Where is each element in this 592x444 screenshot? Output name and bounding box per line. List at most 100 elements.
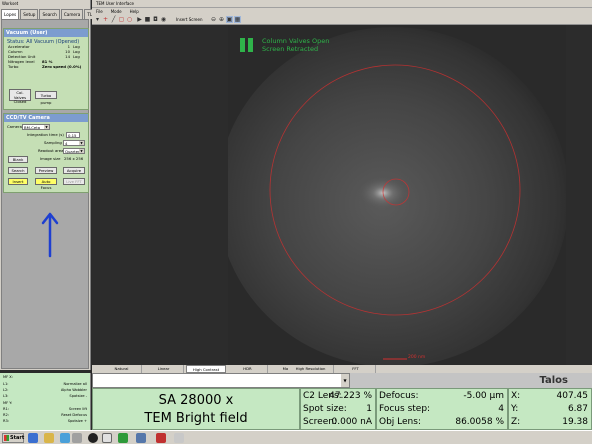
main-menu-bar: File Mode Help (92, 8, 592, 15)
app-icon[interactable] (118, 433, 128, 443)
insert-button[interactable]: Insert (8, 178, 28, 185)
menu-mode[interactable]: Mode (107, 8, 126, 15)
vacuum-panel-header[interactable]: Vacuum (User) (4, 29, 88, 37)
tab-hdr[interactable]: HDR (228, 365, 268, 373)
stage-row: X: 407.45 (509, 390, 591, 403)
chevron-down-icon: ▼ (44, 125, 49, 129)
tab-search[interactable]: Search (39, 9, 60, 19)
vacuum-status: Status: All Vacuum (Opened) (7, 39, 80, 45)
play-icon[interactable]: ▶ (136, 16, 143, 23)
ccd-panel-header[interactable]: CCD/TV Camera (4, 114, 88, 122)
app-icon[interactable] (88, 433, 98, 443)
tab-setup[interactable]: Setup (20, 9, 39, 19)
tab-linear[interactable]: Linear (144, 365, 184, 373)
annotation-arrow-icon (41, 212, 59, 258)
main-toolbar: ▾ + ╱ ▢ ○ ▶ ■ ◘ ◉ Insert Screen ⊖ ⊕ ▣ ▦ (92, 15, 592, 25)
camera-image[interactable]: Column Valves Open Screen Retracted 200 … (228, 25, 566, 365)
menu-file[interactable]: File (92, 8, 107, 15)
focus-row: Focus step: 4 (377, 403, 507, 416)
focus-row: Defocus: -5.00 µm (377, 390, 507, 403)
tab-fft[interactable]: FFT (336, 365, 376, 373)
app-icon[interactable] (102, 433, 112, 443)
start-button[interactable]: Start (2, 433, 24, 443)
integration-input[interactable]: 0.15 (66, 132, 80, 138)
keymap-value: Spotsize - (69, 394, 87, 398)
stage-row: Y: 6.87 (509, 403, 591, 416)
focus-value: 86.0058 % (455, 417, 504, 427)
camera-icon[interactable]: ◘ (152, 16, 159, 23)
col-valves-button[interactable]: Col. Valves Closed (9, 89, 31, 104)
preview-button[interactable]: Preview (35, 167, 57, 174)
app-icon[interactable] (60, 433, 70, 443)
acquire-button[interactable]: Acquire (63, 167, 85, 174)
image-viewport: Column Valves Open Screen Retracted 200 … (92, 25, 592, 365)
magnification-panel: SA 28000 x TEM Bright field (92, 388, 300, 430)
menu-help[interactable]: Help (126, 8, 143, 15)
app-icon[interactable] (136, 433, 146, 443)
keymap-row: L3: Spotsize - (3, 393, 89, 399)
grid-view-icon[interactable]: ▦ (234, 16, 241, 23)
zoom-out-icon[interactable]: ⊖ (210, 16, 217, 23)
live-fft-button[interactable]: Live FFT (63, 178, 85, 185)
readout-select[interactable]: Quarter ▼ (63, 148, 85, 154)
lens-value: 1 (366, 404, 372, 414)
command-dropdown[interactable]: ▼ (92, 373, 350, 388)
focus-value: 4 (498, 404, 504, 414)
ie-icon[interactable] (28, 433, 38, 443)
app-icon[interactable] (156, 433, 166, 443)
turbo-pump-button[interactable]: Turbo pump (35, 91, 57, 105)
chevron-down-icon: ▼ (79, 141, 84, 145)
stage-key: X: (511, 391, 521, 401)
focus-panel: Defocus: -5.00 µm Focus step: 4 Obj Lens… (376, 388, 508, 430)
record-icon[interactable]: ◉ (160, 16, 167, 23)
workset-content: Vacuum (User) Status: All Vacuum (Opened… (1, 19, 89, 369)
stage-key: Y: (511, 404, 519, 414)
zoom-in-icon[interactable]: ⊕ (218, 16, 225, 23)
filter-tabs: Natural Linear High Contrast HDR Manual … (92, 365, 592, 373)
rectangle-tool-icon[interactable]: ▢ (118, 16, 125, 23)
crosshair-icon[interactable]: + (102, 16, 109, 23)
vacuum-label: Turbo (8, 64, 19, 69)
insert-screen-button[interactable]: Insert Screen (176, 15, 203, 24)
image-size-value: 256 x 256 (64, 156, 84, 161)
auto-focus-button[interactable]: Auto Focus (35, 178, 57, 190)
blank-button[interactable]: Blank (8, 156, 28, 163)
fit-view-icon[interactable]: ▣ (226, 16, 233, 23)
vacuum-panel: Vacuum (User) Status: All Vacuum (Opened… (3, 28, 89, 110)
lens-panel: C2 Lens: 47.223 % Spot size: 1 Screen: 0… (300, 388, 376, 430)
integration-value: 0.15 (68, 133, 77, 138)
lens-key: Spot size: (303, 404, 347, 414)
lens-row: Screen: 0.000 nA (301, 416, 375, 429)
tab-camera[interactable]: Camera (60, 9, 84, 19)
tab-high-resolution[interactable]: High Resolution (288, 365, 334, 373)
stage-key: Z: (511, 417, 521, 427)
taskbar: Start (0, 430, 592, 444)
stage-value: 407.45 (556, 391, 589, 401)
vacuum-value: Zero speed (0.0%) (42, 64, 82, 69)
hand-panel-keymap: MF X: L1: Normalize all L2: Alpha Wobble… (0, 373, 91, 430)
stop-icon[interactable]: ■ (144, 16, 151, 23)
app-icon[interactable] (174, 433, 184, 443)
folder-icon[interactable] (44, 433, 54, 443)
app-icon[interactable] (72, 433, 82, 443)
keymap-key: R3: (3, 419, 9, 423)
line-tool-icon[interactable]: ╱ (110, 16, 117, 23)
start-label: Start (10, 435, 25, 441)
sampling-value: 4 (65, 141, 68, 146)
focus-key: Defocus: (379, 391, 419, 401)
vacuum-row-turbo: Turbo Zero speed (0.0%) (4, 64, 88, 69)
tab-high-contrast[interactable]: High Contrast (186, 365, 226, 373)
sampling-select[interactable]: 4 ▼ (63, 140, 85, 146)
main-window-title: TEM User Interface (92, 0, 592, 8)
camera-select[interactable]: BM-Ceta ▼ (22, 124, 50, 130)
pause-icon (240, 38, 254, 52)
readout-label: Readout area (38, 148, 64, 153)
circle-tool-icon[interactable]: ○ (126, 16, 133, 23)
stage-panel: X: 407.45 Y: 6.87 Z: 19.38 (508, 388, 592, 430)
pointer-icon[interactable]: ▾ (94, 16, 101, 23)
search-button[interactable]: Search (8, 167, 28, 174)
tab-natural[interactable]: Natural (102, 365, 142, 373)
image-size-label: Image size (40, 156, 61, 161)
tab-lopes[interactable]: Lopes (1, 9, 20, 19)
stage-value: 19.38 (562, 417, 588, 427)
